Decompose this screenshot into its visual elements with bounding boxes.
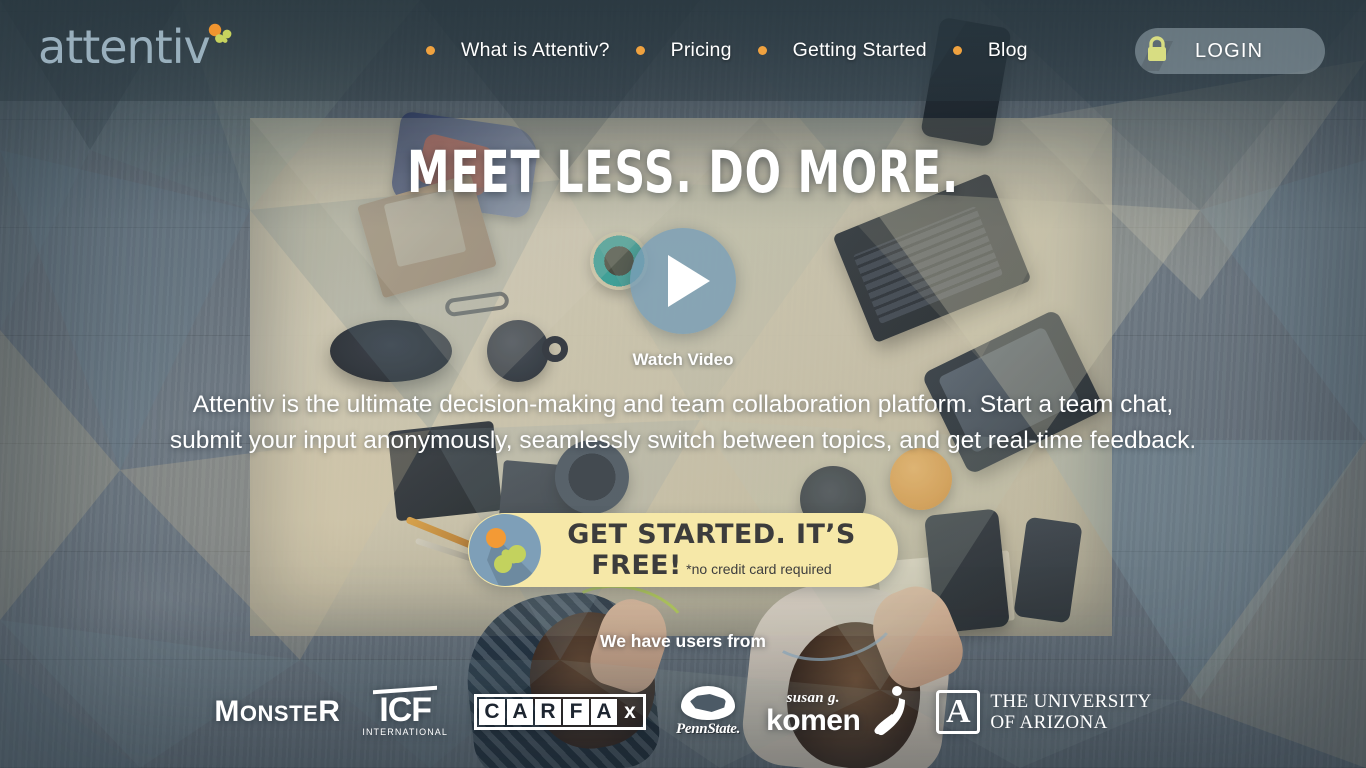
carfax-letter-a2: A	[591, 699, 618, 725]
carfax-letter-x: x	[624, 700, 636, 723]
get-started-subtext: *no credit card required	[686, 561, 832, 577]
komen-wordmark: komen	[766, 703, 861, 737]
icf-subtext: INTERNATIONAL	[362, 726, 449, 737]
watch-video-label: Watch Video	[632, 350, 734, 369]
get-started-text: GET STARTED. IT’S FREE! *no credit card …	[541, 519, 898, 581]
carfax-letter-c: C	[479, 699, 506, 725]
get-started-button[interactable]: GET STARTED. IT’S FREE! *no credit card …	[468, 513, 898, 587]
logo-penn-state: PennState.	[676, 686, 740, 738]
hero-description-line-2: submit your input anonymously, seamlessl…	[169, 427, 1197, 454]
hero-description: Attentiv is the ultimate decision-making…	[0, 387, 1366, 459]
icf-wordmark: ICF	[379, 690, 432, 729]
arizona-line-2: OF ARIZONA	[990, 712, 1108, 733]
play-icon[interactable]	[630, 228, 736, 334]
carfax-letter-a: A	[507, 699, 534, 725]
logo-monster: MONSTER	[214, 695, 362, 729]
page-stage: attentiv What is Attentiv? Pricing Getti…	[0, 0, 1366, 768]
arizona-block-a-icon	[936, 690, 981, 734]
logo-icf-international: ICF INTERNATIONAL	[362, 685, 449, 737]
attentiv-nodes-icon	[469, 514, 541, 586]
penn-state-wordmark: PennState.	[676, 721, 741, 737]
logo-university-of-arizona: THE UNIVERSITY OF ARIZONA	[936, 690, 1151, 734]
carfax-letter-r: R	[535, 699, 562, 725]
arizona-wordmark: THE UNIVERSITY OF ARIZONA	[990, 691, 1151, 733]
hero-section: MEET LESS. DO MORE. Watch Video Attentiv…	[0, 0, 1366, 768]
arizona-line-1: THE UNIVERSITY	[990, 691, 1152, 712]
monster-wordmark: MONSTER	[214, 695, 341, 728]
logo-susan-g-komen: susan g. komen	[766, 690, 861, 737]
customer-logos: MONSTER ICF INTERNATIONAL C A R F A x Pe…	[0, 676, 1366, 748]
hero-description-line-1: Attentiv is the ultimate decision-making…	[192, 391, 1174, 418]
watch-video-button[interactable]: Watch Video	[0, 228, 1366, 370]
social-proof-label: We have users from	[600, 631, 766, 651]
carfax-wordmark: C A R F A x	[474, 694, 647, 730]
carfax-letter-f: F	[563, 699, 590, 725]
penn-state-lion-shield-icon	[681, 686, 736, 720]
logo-carfax: C A R F A x	[474, 694, 676, 730]
play-triangle	[668, 255, 710, 307]
komen-ribbon-icon	[872, 684, 910, 740]
page-title: MEET LESS. DO MORE.	[406, 138, 960, 206]
